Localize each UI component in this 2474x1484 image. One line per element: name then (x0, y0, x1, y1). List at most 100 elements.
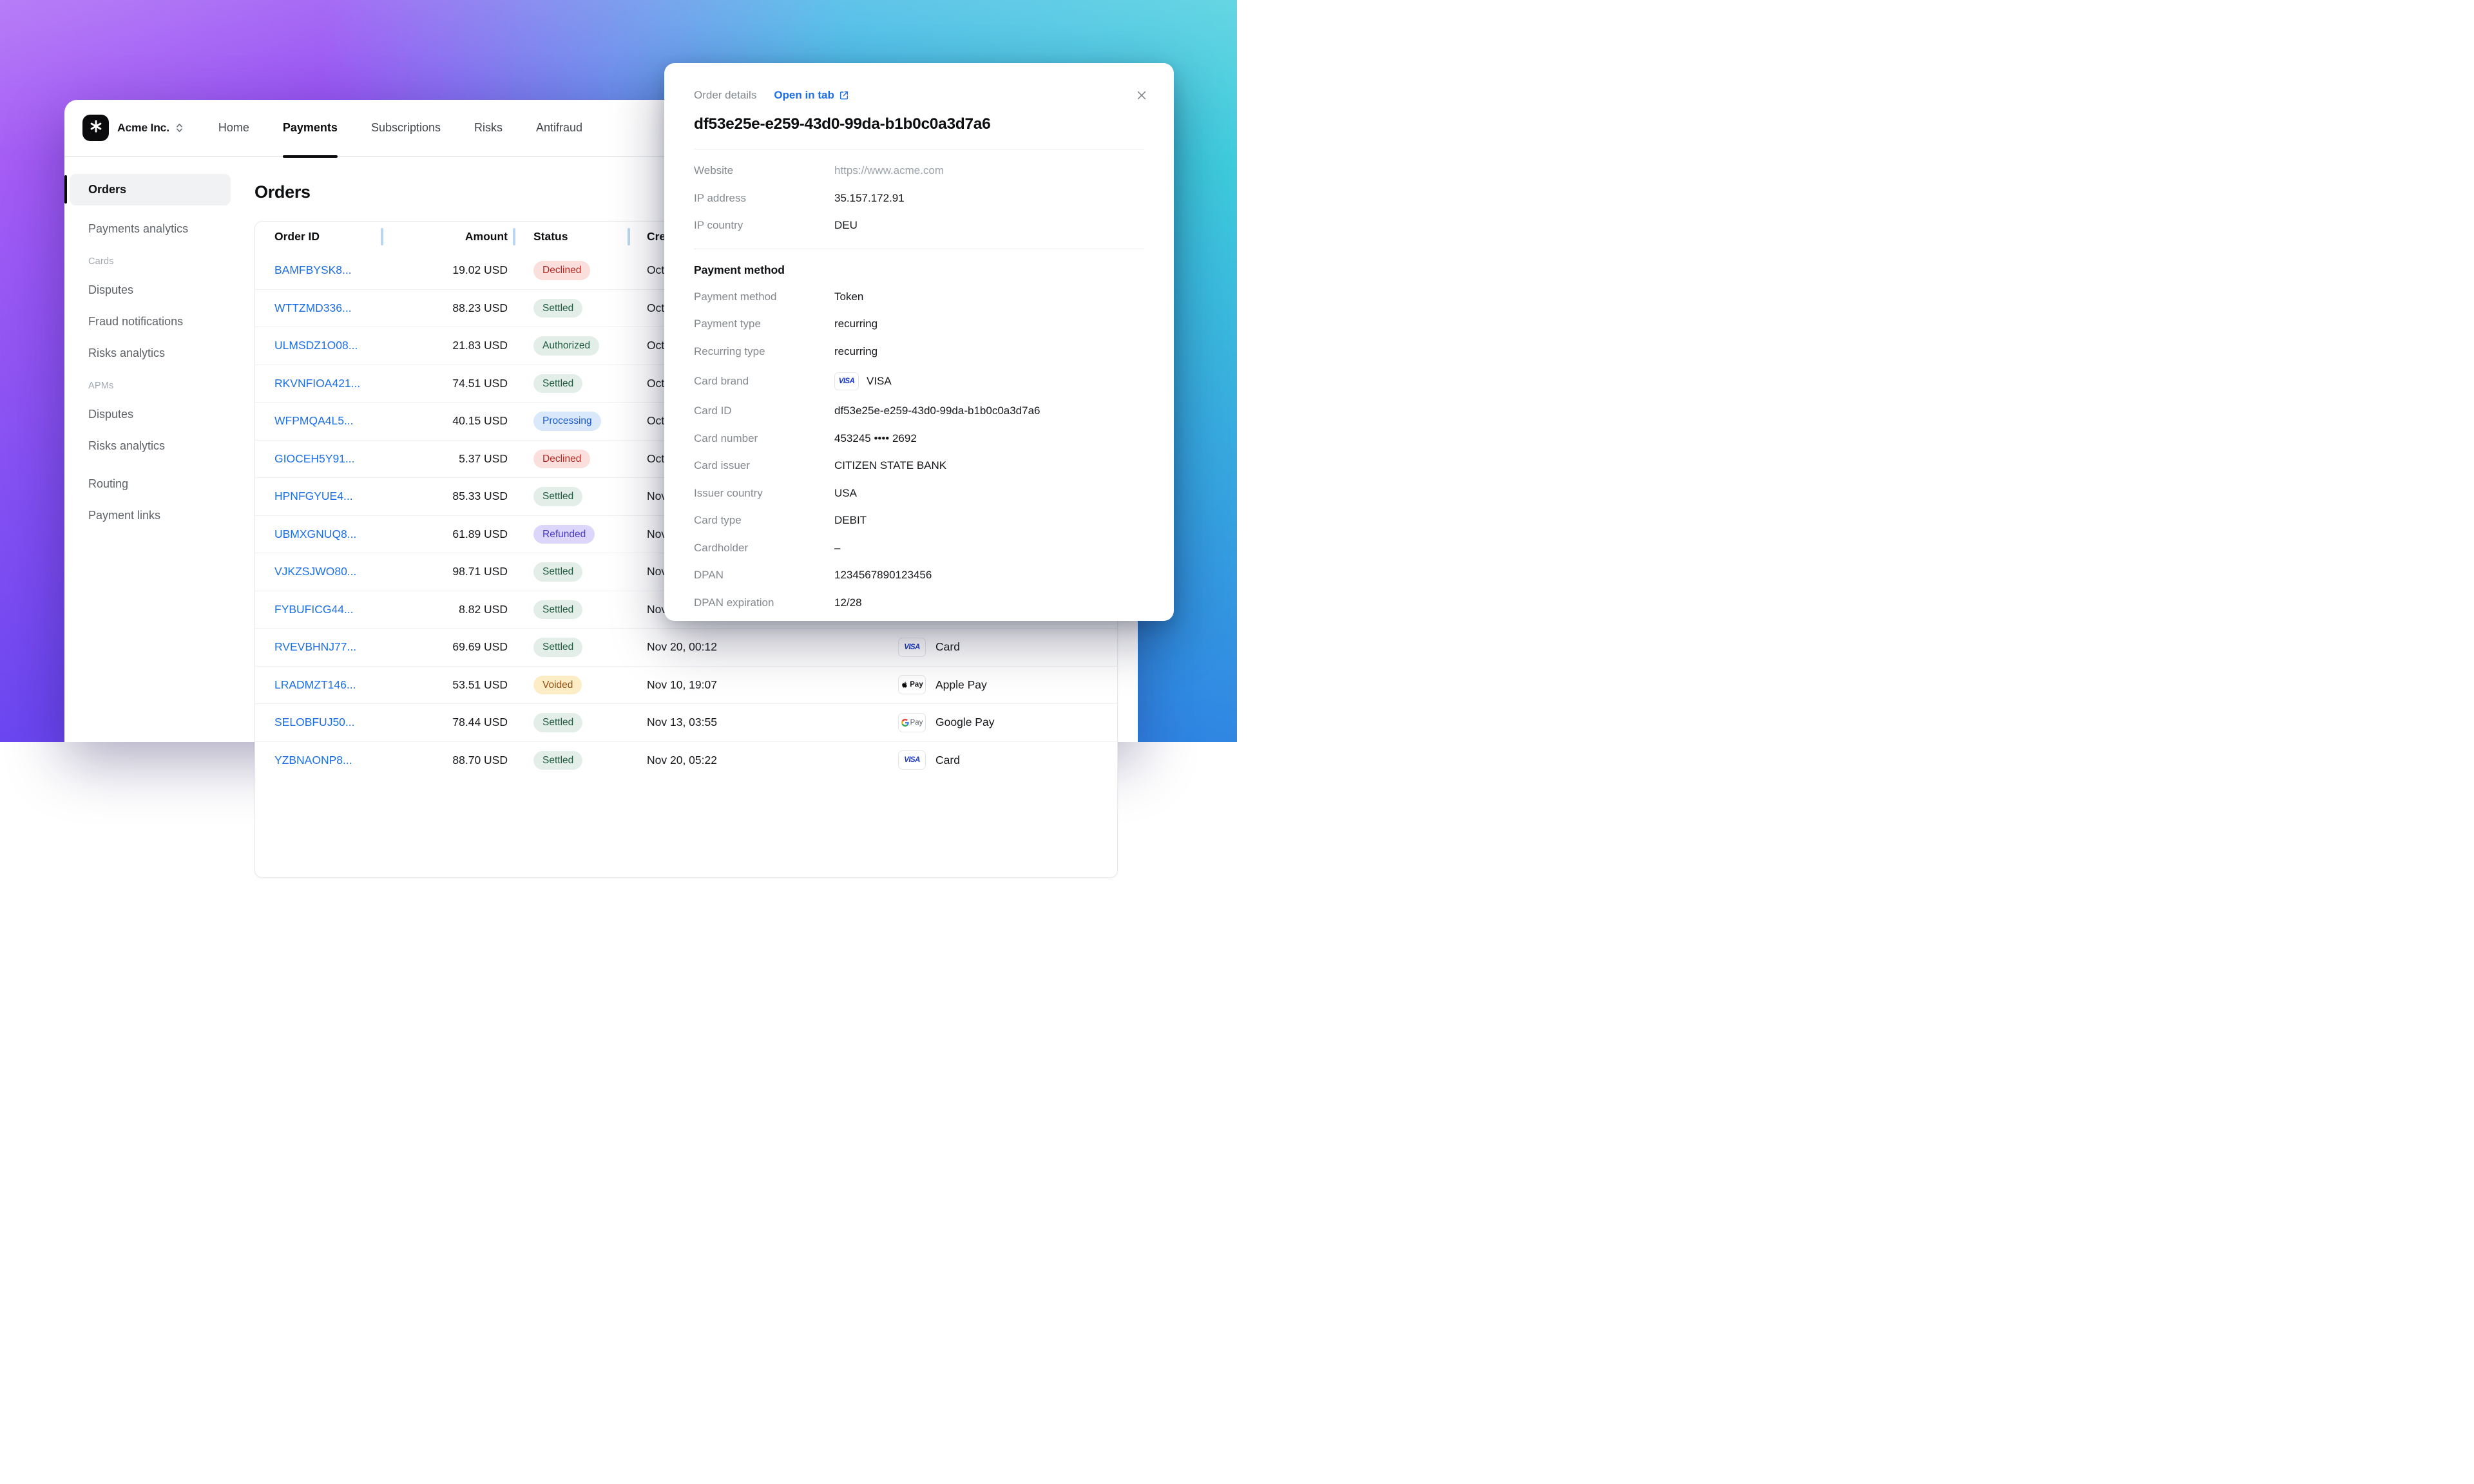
order-id-title: df53e25e-e259-43d0-99da-b1b0c0a3d7a6 (694, 115, 1144, 133)
order-id-link[interactable]: VJKZSJWO80... (274, 565, 356, 578)
nav-item-payments[interactable]: Payments (283, 99, 338, 157)
created-cell: Nov 20, 05:22 (629, 754, 898, 767)
open-in-tab-link[interactable]: Open in tab (774, 89, 849, 102)
apple-icon (901, 680, 908, 689)
field-row: Website https://www.acme.com (694, 157, 1144, 185)
order-id-link[interactable]: GIOCEH5Y91... (274, 452, 355, 465)
sidebar-item-apms-risks-analytics[interactable]: Risks analytics (64, 438, 236, 454)
sidebar-item-apms-disputes[interactable]: Disputes (64, 406, 236, 423)
field-value: DEU (834, 219, 858, 232)
sidebar-item-cards-disputes[interactable]: Disputes (64, 282, 236, 298)
company-switcher-icon[interactable] (174, 122, 185, 133)
status-badge: Authorized (533, 336, 599, 356)
status-badge: Settled (533, 374, 582, 394)
status-badge: Settled (533, 562, 582, 582)
sidebar-item-payment-links[interactable]: Payment links (64, 508, 236, 524)
order-id-link[interactable]: SELOBFUJ50... (274, 716, 355, 728)
amount-cell: 69.69 USD (382, 640, 514, 654)
external-link-icon (834, 90, 849, 100)
status-badge: Voided (533, 676, 582, 695)
field-value: df53e25e-e259-43d0-99da-b1b0c0a3d7a6 (834, 404, 1040, 417)
order-meta-fields: Website https://www.acme.com IP address … (694, 157, 1144, 240)
table-row: RVEVBHNJ77... 69.69 USD Settled Nov 20, … (255, 628, 1117, 666)
column-header-order-id[interactable]: Order ID (255, 230, 382, 243)
order-id-link[interactable]: UBMXGNUQ8... (274, 528, 356, 540)
order-id-link[interactable]: HPNFGYUE4... (274, 490, 353, 502)
order-id-link[interactable]: WFPMQA4L5... (274, 414, 354, 427)
status-badge: Settled (533, 299, 582, 318)
order-id-link[interactable]: ULMSDZ1O08... (274, 339, 358, 352)
amount-cell: 19.02 USD (382, 263, 514, 277)
status-badge: Settled (533, 487, 582, 506)
column-header-amount[interactable]: Amount (382, 230, 514, 243)
sidebar-item-routing[interactable]: Routing (64, 476, 236, 492)
order-id-link[interactable]: RVEVBHNJ77... (274, 640, 356, 653)
nav-item-home[interactable]: Home (218, 99, 249, 157)
amount-cell: 88.23 USD (382, 301, 514, 315)
field-row: Payment method Token (694, 283, 1144, 311)
sidebar-item-orders[interactable]: Orders (70, 174, 231, 205)
status-badge: Settled (533, 638, 582, 657)
sidebar-item-fraud-notifications[interactable]: Fraud notifications (64, 314, 236, 330)
nav-item-subscriptions[interactable]: Subscriptions (371, 99, 441, 157)
close-icon[interactable] (1135, 89, 1148, 102)
payment-method-label: Card (935, 640, 960, 654)
sidebar-section-cards: Cards (64, 256, 253, 267)
field-label: Website (694, 164, 834, 177)
order-details-panel: Order details Open in tab df53e25e-e259-… (664, 63, 1174, 621)
created-cell: Nov 10, 19:07 (629, 678, 898, 692)
amount-cell: 78.44 USD (382, 716, 514, 729)
field-label: Card ID (694, 404, 834, 417)
field-value[interactable]: https://www.acme.com (834, 164, 944, 177)
visa-chip: VISA (898, 750, 926, 770)
created-cell: Nov 13, 03:55 (629, 716, 898, 729)
field-label: Recurring type (694, 345, 834, 358)
order-id-link[interactable]: RKVNFIOA421... (274, 377, 360, 390)
amount-cell: 21.83 USD (382, 339, 514, 352)
company-name[interactable]: Acme Inc. (117, 121, 169, 135)
status-badge: Processing (533, 412, 601, 431)
visa-chip: VISA (834, 372, 859, 390)
field-value: recurring (834, 345, 877, 358)
field-row: Issuer country USA (694, 480, 1144, 508)
nav-item-antifraud[interactable]: Antifraud (536, 99, 582, 157)
field-label: Payment method (694, 290, 834, 303)
field-label: IP country (694, 219, 834, 232)
column-separator[interactable] (513, 228, 515, 245)
nav-items: Home Payments Subscriptions Risks Antifr… (218, 99, 616, 157)
company-logo (82, 115, 109, 141)
field-label: DPAN (694, 569, 834, 582)
column-header-status[interactable]: Status (514, 230, 629, 243)
status-badge: Declined (533, 450, 590, 469)
sidebar-item-cards-risks-analytics[interactable]: Risks analytics (64, 345, 236, 361)
google-icon (901, 719, 909, 727)
field-row: Cardholder – (694, 535, 1144, 562)
amount-cell: 98.71 USD (382, 565, 514, 578)
order-id-link[interactable]: BAMFBYSK8... (274, 263, 352, 276)
order-id-link[interactable]: WTTZMD336... (274, 301, 352, 314)
status-badge: Settled (533, 713, 582, 732)
amount-cell: 53.51 USD (382, 678, 514, 692)
field-row: Card number 453245 •••• 2692 (694, 425, 1144, 453)
payment-method-section-title: Payment method (694, 263, 1144, 277)
status-badge: Refunded (533, 525, 595, 544)
panel-eyebrow-label: Order details (694, 89, 756, 102)
apple-pay-chip: Pay (898, 675, 926, 694)
order-id-link[interactable]: FYBUFICG44... (274, 603, 354, 616)
nav-item-risks[interactable]: Risks (474, 99, 503, 157)
field-label: Card type (694, 514, 834, 527)
table-row: LRADMZT146... 53.51 USD Voided Nov 10, 1… (255, 666, 1117, 704)
column-separator[interactable] (628, 228, 630, 245)
amount-cell: 61.89 USD (382, 528, 514, 541)
column-separator[interactable] (381, 228, 383, 245)
field-value: 453245 •••• 2692 (834, 432, 917, 445)
order-id-link[interactable]: LRADMZT146... (274, 678, 356, 691)
field-value: 35.157.172.91 (834, 192, 905, 205)
sidebar-item-payments-analytics[interactable]: Payments analytics (64, 221, 236, 237)
amount-cell: 5.37 USD (382, 452, 514, 466)
created-cell: Nov 20, 00:12 (629, 640, 898, 654)
amount-cell: 74.51 USD (382, 377, 514, 390)
amount-cell: 85.33 USD (382, 490, 514, 503)
order-id-link[interactable]: YZBNAONP8... (274, 754, 352, 766)
field-row: Recurring type recurring (694, 338, 1144, 366)
